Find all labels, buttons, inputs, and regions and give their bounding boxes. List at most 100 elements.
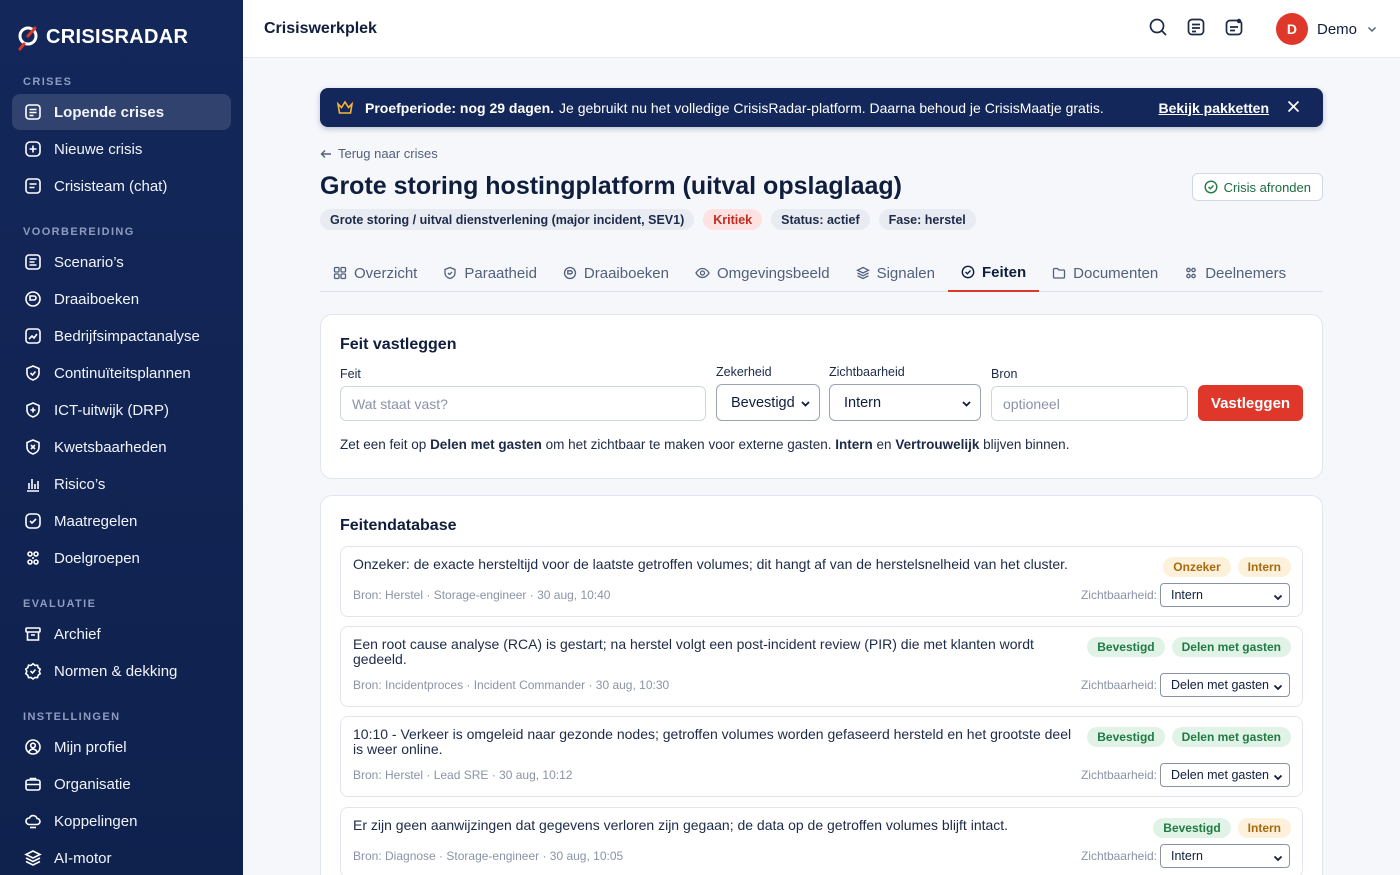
sidebar-item-scenarios[interactable]: Scenario’s — [12, 244, 231, 280]
close-icon — [1287, 100, 1300, 113]
fact-meta: Bron: Diagnose · Storage-engineer · 30 a… — [353, 849, 624, 863]
eye-icon — [695, 267, 710, 279]
certainty-select[interactable]: Bevestigd — [716, 384, 820, 421]
tab-feiten[interactable]: Feiten — [947, 254, 1040, 292]
search-icon — [1149, 18, 1167, 36]
sidebar-item-label: ICT-uitwijk (DRP) — [54, 401, 169, 419]
helper-bold: Delen met gasten — [430, 437, 542, 452]
submit-fact-button[interactable]: Vastleggen — [1198, 385, 1303, 421]
sidebar-item-lopende-crises[interactable]: Lopende crises — [12, 94, 231, 130]
arrow-left-icon — [320, 149, 331, 158]
sidebar-item-koppelingen[interactable]: Koppelingen — [12, 803, 231, 839]
sidebar-item-kwetsbaarheden[interactable]: Kwetsbaarheden — [12, 429, 231, 465]
certainty-label: Zekerheid — [716, 365, 772, 379]
finish-crisis-button[interactable]: Crisis afronden — [1191, 173, 1323, 201]
fact-item: Onzeker: de exacte hersteltijd voor de l… — [340, 546, 1303, 617]
sidebar-item-normen-dekking[interactable]: Normen & dekking — [12, 653, 231, 689]
section-label-crises: CRISES — [23, 76, 73, 88]
sidebar-item-risicos[interactable]: Risico’s — [12, 466, 231, 502]
people-icon — [1186, 267, 1197, 279]
notes-button[interactable] — [1186, 17, 1206, 42]
source-label: Bron — [991, 367, 1018, 381]
briefcase-icon — [25, 777, 41, 791]
helper-part: en — [872, 437, 896, 452]
fact-database-title: Feitendatabase — [340, 517, 457, 534]
top-actions: D Demo — [1148, 0, 1378, 58]
tab-label: Feiten — [981, 263, 1027, 281]
sidebar-item-bedrijfsimpactanalyse[interactable]: Bedrijfsimpactanalyse — [12, 318, 231, 354]
sidebar-item-continuiteitsplannen[interactable]: Continuïteitsplannen — [12, 355, 231, 391]
chevron-down-icon — [962, 401, 971, 407]
sidebar-item-draaiboeken[interactable]: Draaiboeken — [12, 281, 231, 317]
tab-overzicht[interactable]: Overzicht — [320, 254, 430, 292]
sidebar-item-label: Risico’s — [54, 475, 106, 493]
tab-omgevingsbeeld[interactable]: Omgevingsbeeld — [682, 254, 843, 292]
fact-tags: Onzeker Intern — [1163, 557, 1291, 577]
visibility-row-label: Zichtbaarheid: — [1080, 678, 1157, 692]
visibility-helper-text: Zet een feit op Delen met gasten om het … — [340, 437, 1069, 452]
topbar: Crisiswerkplek D Demo — [243, 0, 1400, 58]
fact-input[interactable]: Wat staat vast? — [340, 386, 706, 421]
fact-visibility-select[interactable]: Delen met gasten — [1160, 763, 1290, 787]
helper-part: blijven binnen. — [979, 437, 1070, 452]
tab-documenten[interactable]: Documenten — [1039, 254, 1171, 292]
search-button[interactable] — [1148, 17, 1168, 42]
close-banner-button[interactable] — [1286, 99, 1301, 117]
fact-visibility-select[interactable]: Intern — [1160, 844, 1290, 868]
sidebar-item-organisatie[interactable]: Organisatie — [12, 766, 231, 802]
fact-tags: Bevestigd Delen met gasten — [1087, 727, 1291, 747]
helper-bold: Vertrouwelijk — [895, 437, 980, 452]
radar-logo-icon — [18, 26, 38, 50]
fact-visibility-value: Intern — [1171, 588, 1203, 602]
cloud-icon — [25, 814, 41, 829]
check-square-icon — [25, 513, 41, 529]
fact-visibility-value: Delen met gasten — [1171, 768, 1269, 782]
plus-circle-icon — [25, 141, 41, 157]
sidebar-item-ai-motor[interactable]: AI-motor — [12, 840, 231, 875]
sidebar-item-maatregelen[interactable]: Maatregelen — [12, 503, 231, 539]
sidebar-item-label: Mijn profiel — [54, 738, 127, 756]
sidebar-item-label: Crisisteam (chat) — [54, 177, 168, 195]
user-menu[interactable]: D Demo — [1275, 13, 1378, 45]
crisis-title: Grote storing hostingplatform (uitval op… — [320, 172, 902, 200]
sidebar-item-mijn-profiel[interactable]: Mijn profiel — [12, 729, 231, 765]
fact-visibility-select[interactable]: Delen met gasten — [1160, 673, 1290, 697]
sidebar-item-doelgroepen[interactable]: Doelgroepen — [12, 540, 231, 576]
tab-label: Paraatheid — [464, 264, 537, 282]
trial-banner-bold: Proefperiode: nog 29 dagen. — [365, 99, 555, 116]
finish-crisis-label: Crisis afronden — [1223, 179, 1311, 195]
sidebar-item-label: Organisatie — [54, 775, 131, 793]
tab-label: Omgevingsbeeld — [716, 264, 830, 282]
sidebar-item-archief[interactable]: Archief — [12, 616, 231, 652]
back-link[interactable]: Terug naar crises — [320, 146, 438, 161]
logo[interactable]: CRISISRADAR — [0, 0, 243, 58]
tab-paraatheid[interactable]: Paraatheid — [430, 254, 550, 292]
notifications-button[interactable] — [1224, 17, 1244, 42]
folder-icon — [1052, 267, 1066, 279]
helper-part: om het zichtbaar te maken voor externe g… — [541, 437, 836, 452]
status-badge: Status: actief — [771, 209, 870, 230]
visibility-select[interactable]: Intern — [829, 384, 981, 421]
sidebar-item-crisisteam-chat[interactable]: Crisisteam (chat) — [12, 168, 231, 204]
avatar: D — [1275, 13, 1308, 45]
fact-form-card: Feit vastleggen Feit Wat staat vast? Zek… — [320, 314, 1323, 479]
tab-deelnemers[interactable]: Deelnemers — [1171, 254, 1299, 292]
archive-icon — [25, 627, 41, 641]
sidebar-item-nieuwe-crisis[interactable]: Nieuwe crisis — [12, 131, 231, 167]
fact-tags: Bevestigd Intern — [1153, 818, 1291, 838]
certainty-tag: Bevestigd — [1087, 637, 1165, 657]
back-link-label: Terug naar crises — [338, 146, 438, 161]
tab-draaiboeken[interactable]: Draaiboeken — [550, 254, 682, 292]
fact-visibility-select[interactable]: Intern — [1160, 583, 1290, 607]
bell-board-icon — [1225, 18, 1243, 35]
stack-icon — [855, 266, 870, 280]
user-circle-icon — [25, 739, 41, 755]
severity-badge: Kritiek — [703, 209, 763, 230]
sidebar-item-ict-uitwijk[interactable]: ICT-uitwijk (DRP) — [12, 392, 231, 428]
source-input[interactable]: optioneel — [991, 386, 1188, 421]
tab-signalen[interactable]: Signalen — [843, 254, 948, 292]
helper-part: Zet een feit op — [340, 437, 431, 452]
view-packages-link[interactable]: Bekijk pakketten — [1159, 100, 1270, 116]
fact-text: 10:10 - Verkeer is omgeleid naar gezonde… — [353, 726, 1072, 757]
section-label-instellingen: INSTELLINGEN — [23, 711, 121, 723]
